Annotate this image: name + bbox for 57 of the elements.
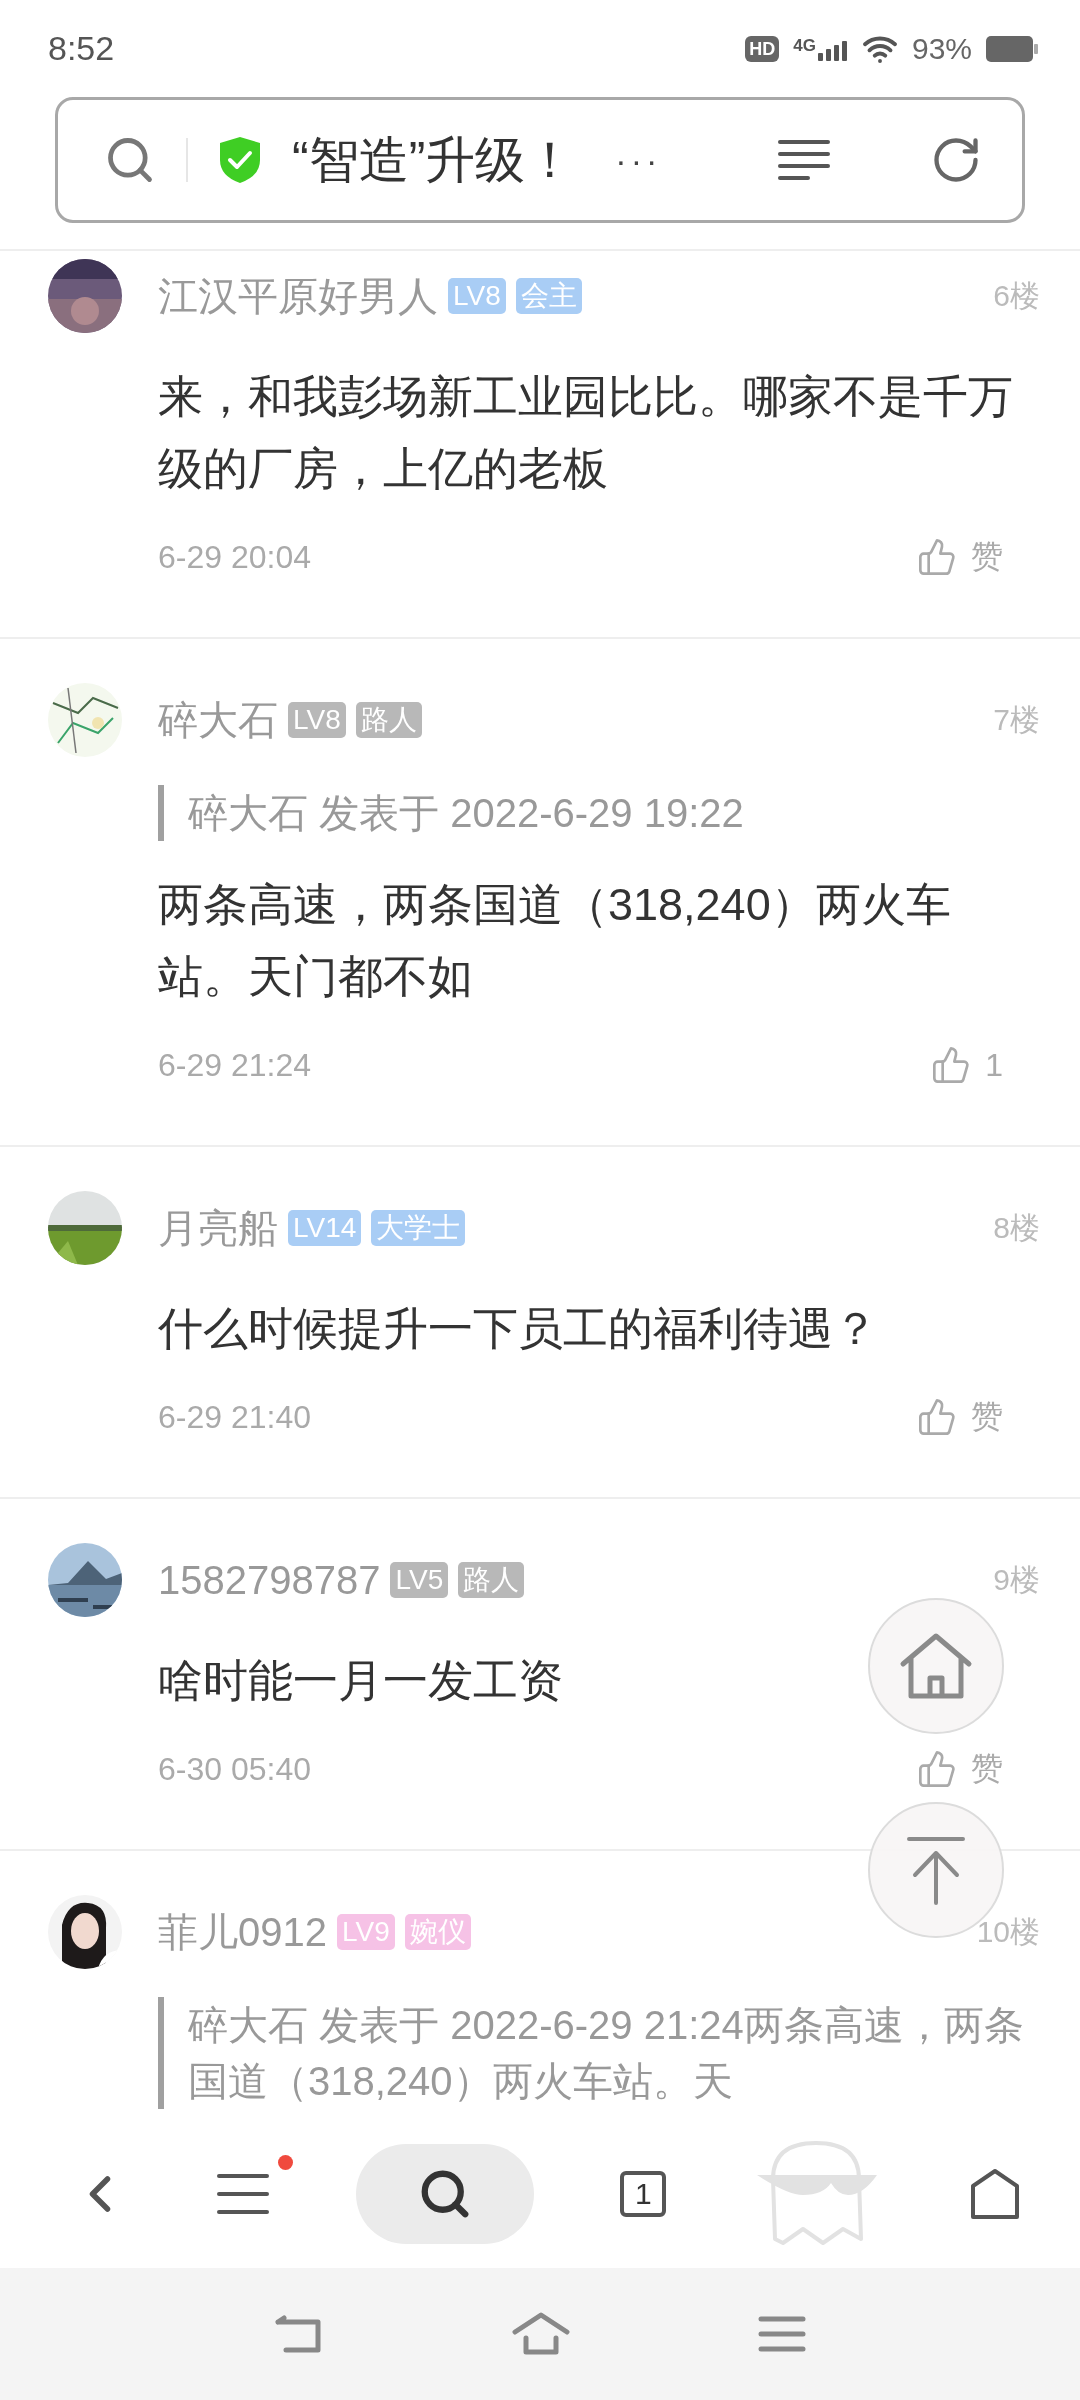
thumbs-up-icon <box>917 1397 957 1437</box>
post-content: 来，和我彭场新工业园比比。哪家不是千万级的厂房，上亿的老板 <box>158 370 1014 496</box>
level-badge: 路人 <box>355 701 422 739</box>
thumbs-up-icon <box>931 1045 972 1085</box>
floor-number: 10楼 <box>976 1913 1040 1950</box>
menu-icon <box>216 2173 269 2215</box>
quoted-reply: 碎大石 发表于 2022-6-29 19:22 <box>158 785 744 841</box>
author-name[interactable]: 碎大石 <box>158 692 278 748</box>
level-badge: 大学士 <box>371 1209 466 1247</box>
post-content: 啥时能一月一发工资 <box>158 1654 563 1708</box>
floor-number: 8楼 <box>993 1209 1040 1246</box>
hd-indicator: HD <box>745 35 780 62</box>
like-button[interactable]: 1 <box>931 1045 1003 1085</box>
more-dots[interactable]: ··· <box>615 140 662 180</box>
home-button[interactable] <box>970 2168 1020 2220</box>
level-badge: LV9 <box>337 1913 395 1951</box>
home-icon <box>899 1632 973 1700</box>
system-menu-icon[interactable] <box>758 2316 806 2352</box>
floor-number: 6楼 <box>993 277 1040 314</box>
author-name[interactable]: 菲儿0912 <box>158 1904 327 1960</box>
post-time: 6-29 21:24 <box>158 1046 311 1084</box>
post-time: 6-30 05:40 <box>158 1750 311 1788</box>
post-content: 什么时候提升一下员工的福利待遇？ <box>158 1302 878 1356</box>
reader-menu-icon[interactable] <box>778 139 830 181</box>
clock-time: 8:52 <box>48 29 115 68</box>
thumbs-up-icon <box>917 537 957 577</box>
page-title: “智造”升级！ <box>292 130 576 190</box>
author-name[interactable]: 月亮船 <box>158 1200 278 1256</box>
level-badge: 会主 <box>515 277 582 315</box>
tab-count-button[interactable]: 1 <box>620 2171 667 2217</box>
level-badge: LV8 <box>448 277 506 315</box>
post-time: 6-29 20:04 <box>158 538 311 576</box>
level-badge: LV8 <box>288 701 346 739</box>
level-badge: 路人 <box>458 1561 525 1599</box>
like-button[interactable]: 赞 <box>917 1395 1003 1439</box>
level-badge: LV14 <box>288 1209 362 1247</box>
floor-number: 9楼 <box>993 1561 1040 1598</box>
battery-percent: 93% <box>911 31 972 66</box>
post-time: 6-29 21:40 <box>158 1398 311 1436</box>
author-name[interactable]: 江汉平原好男人 <box>158 268 438 324</box>
author-name[interactable]: 1582798787 <box>158 1557 381 1603</box>
like-button[interactable]: 赞 <box>917 535 1003 579</box>
level-badge: LV5 <box>390 1561 449 1599</box>
level-badge: 婉仪 <box>404 1913 471 1951</box>
network-type: 4G <box>793 36 816 54</box>
thumbs-up-icon <box>917 1749 957 1789</box>
battery-icon <box>986 35 1038 62</box>
arrow-up-icon <box>905 1835 967 1905</box>
post-content: 两条高速，两条国道（318,240）两火车站。天门都不如 <box>158 878 952 1004</box>
address-bar[interactable]: “智造”升级！ ··· <box>55 97 1025 223</box>
quoted-reply: 碎大石 发表于 2022-6-29 21:24两条高速，两条国道（318,240）两火车站。天 <box>158 1997 1038 2109</box>
home-icon <box>970 2168 1020 2220</box>
like-button[interactable]: 赞 <box>917 1747 1003 1791</box>
system-home-icon[interactable] <box>512 2312 570 2356</box>
system-back-icon[interactable] <box>274 2314 324 2354</box>
shield-check-icon <box>218 136 262 184</box>
floor-number: 7楼 <box>993 701 1040 738</box>
